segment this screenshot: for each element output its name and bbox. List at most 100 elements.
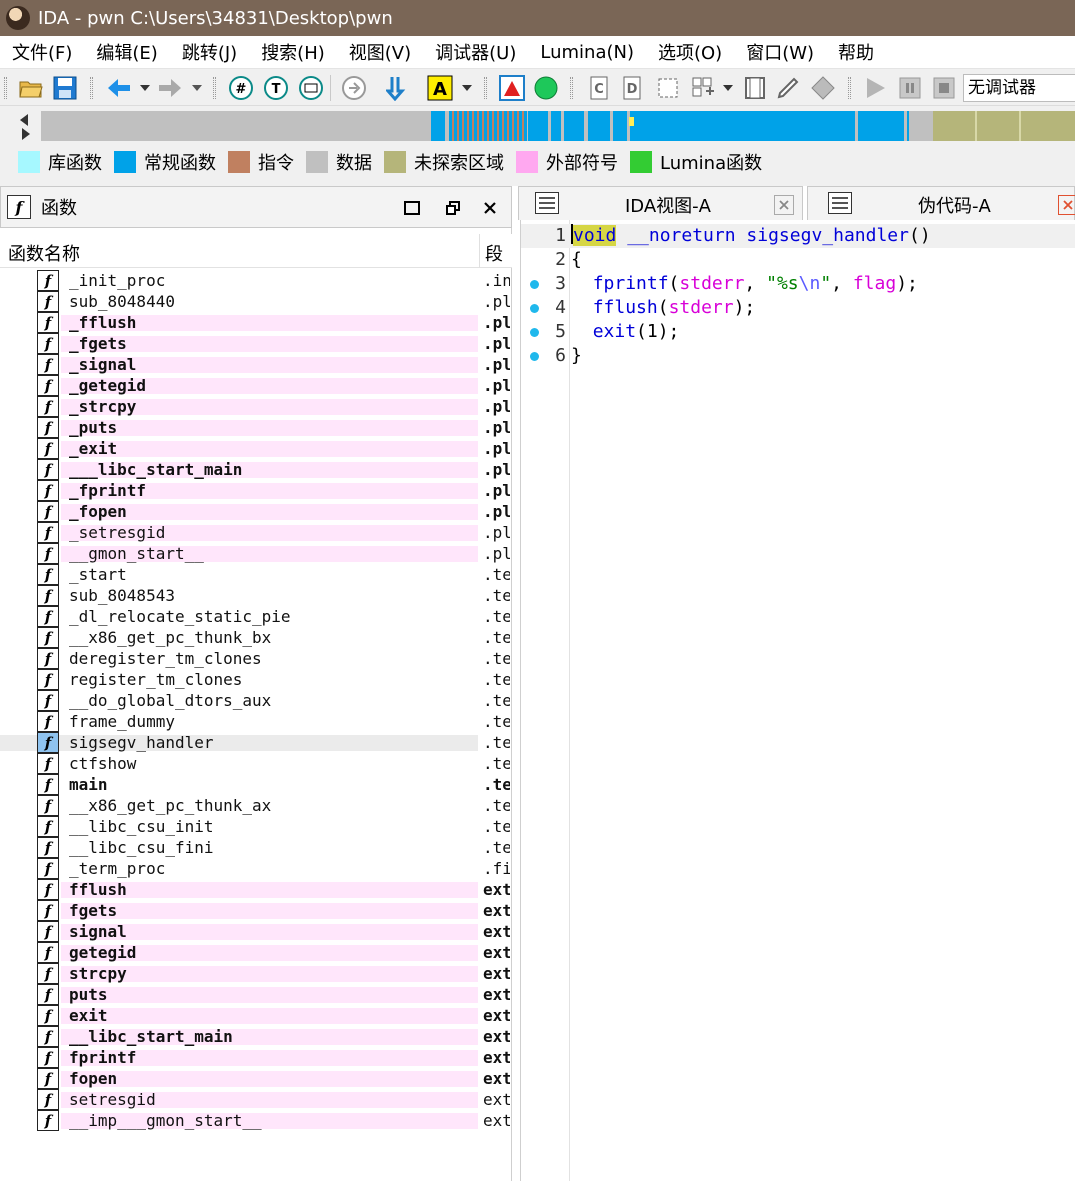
function-row[interactable]: f _signal .plt (0, 354, 510, 375)
function-row[interactable]: f _term_proc .fini (0, 858, 510, 879)
code-line[interactable]: 4 fflush(stderr); (521, 296, 1075, 320)
menu-item[interactable]: 调试器(U) (423, 39, 528, 65)
function-row[interactable]: f sigsegv_handler .text (0, 732, 510, 753)
close-icon[interactable] (479, 197, 501, 219)
array-icon[interactable] (690, 75, 716, 101)
function-row[interactable]: f register_tm_clones .text (0, 669, 510, 690)
struct-icon[interactable] (655, 75, 681, 101)
hex-icon[interactable]: # (228, 75, 254, 101)
text-color-icon[interactable]: A (427, 75, 453, 101)
menu-item[interactable]: 窗口(W) (734, 39, 826, 65)
function-row[interactable]: f _fflush .plt (0, 312, 510, 333)
tab-ida-view[interactable]: IDA视图-A (518, 186, 803, 220)
code-icon[interactable]: C (588, 75, 614, 101)
play-icon[interactable] (862, 75, 888, 101)
function-row[interactable]: f frame_dummy .text (0, 711, 510, 732)
close-icon[interactable] (774, 195, 794, 215)
function-row[interactable]: f _exit .plt (0, 438, 510, 459)
binary-icon[interactable] (298, 75, 324, 101)
patch-icon[interactable] (341, 75, 367, 101)
function-row[interactable]: f __x86_get_pc_thunk_ax .text (0, 795, 510, 816)
chevron-down-icon[interactable] (721, 75, 735, 101)
function-row[interactable]: f _fopen .plt (0, 501, 510, 522)
forward-arrow-icon[interactable] (157, 75, 183, 101)
chevron-down-icon[interactable] (190, 75, 204, 101)
function-row[interactable]: f setresgid extern (0, 1089, 510, 1110)
pseudocode-view[interactable]: 1 void __noreturn sigsegv_handler() 2{3 fp… (520, 220, 1075, 1181)
function-row[interactable]: f ___libc_start_main .plt (0, 459, 510, 480)
function-row[interactable]: fmain .text (0, 774, 510, 795)
pause-icon[interactable] (897, 75, 923, 101)
function-row[interactable]: f _getegid .plt (0, 375, 510, 396)
function-row[interactable]: fstrcpy extern (0, 963, 510, 984)
stop-icon[interactable] (931, 75, 957, 101)
function-row[interactable]: f ctfshow .text (0, 753, 510, 774)
breakpoint-dot-icon[interactable] (530, 304, 539, 313)
function-row[interactable]: f fprintf extern (0, 1047, 510, 1068)
function-row[interactable]: fexit extern (0, 1005, 510, 1026)
function-row[interactable]: f sub_8048543 .text (0, 585, 510, 606)
function-row[interactable]: f sub_8048440 .plt (0, 291, 510, 312)
maximize-icon[interactable] (401, 197, 423, 219)
function-row[interactable]: f getegid extern (0, 942, 510, 963)
close-icon[interactable] (1058, 195, 1075, 215)
graph-view-icon[interactable] (499, 75, 525, 101)
column-function-name[interactable]: 函数名称 (8, 240, 80, 266)
tab-pseudocode[interactable]: 伪代码-A (807, 186, 1075, 220)
code-line[interactable]: 1 void __noreturn sigsegv_handler() (521, 224, 1075, 248)
function-row[interactable]: f __libc_start_main extern (0, 1026, 510, 1047)
toolbar-grip[interactable] (213, 77, 216, 99)
toolbar-grip[interactable] (484, 77, 487, 99)
function-row[interactable]: f _dl_relocate_static_pie .text (0, 606, 510, 627)
function-row[interactable]: f __libc_csu_init .text (0, 816, 510, 837)
code-line[interactable]: 6} (521, 344, 1075, 368)
menu-item[interactable]: 视图(V) (337, 39, 423, 65)
function-row[interactable]: f __do_global_dtors_aux .text (0, 690, 510, 711)
chevron-down-icon[interactable] (460, 75, 474, 101)
function-row[interactable]: f _puts .plt (0, 417, 510, 438)
function-row[interactable]: ffopen extern (0, 1068, 510, 1089)
function-row[interactable]: f _strcpy .plt (0, 396, 510, 417)
function-row[interactable]: fsignal extern (0, 921, 510, 942)
code-line[interactable]: 2{ (521, 248, 1075, 272)
toolbar-grip[interactable] (570, 77, 573, 99)
green-circle-icon[interactable] (533, 75, 559, 101)
function-row[interactable]: f __libc_csu_fini .text (0, 837, 510, 858)
save-icon[interactable] (52, 75, 78, 101)
menu-item[interactable]: 帮助 (826, 39, 886, 65)
function-row[interactable]: ffflush extern (0, 879, 510, 900)
chevron-down-icon[interactable] (138, 75, 152, 101)
code-line[interactable]: 5 exit(1); (521, 320, 1075, 344)
back-arrow-icon[interactable] (106, 75, 132, 101)
function-row[interactable]: f _fprintf .plt (0, 480, 510, 501)
text-icon[interactable]: T (263, 75, 289, 101)
toolbar-grip[interactable] (4, 77, 7, 99)
open-folder-icon[interactable] (18, 75, 44, 101)
undefine-icon[interactable] (742, 75, 768, 101)
function-row[interactable]: ffgets extern (0, 900, 510, 921)
data-icon[interactable]: D (621, 75, 647, 101)
function-row[interactable]: f __gmon_start__ .plt (0, 543, 510, 564)
function-row[interactable]: f _start .text (0, 564, 510, 585)
function-row[interactable]: f _setresgid .plt (0, 522, 510, 543)
toolbar-grip[interactable] (848, 77, 851, 99)
menu-item[interactable]: 文件(F) (0, 39, 84, 65)
menu-item[interactable]: 搜索(H) (249, 39, 337, 65)
debugger-select[interactable]: 无调试器 (963, 74, 1075, 102)
function-row[interactable]: fputs extern (0, 984, 510, 1005)
rename-icon[interactable] (775, 75, 801, 101)
function-row[interactable]: f deregister_tm_clones .text (0, 648, 510, 669)
nav-band-bar[interactable] (41, 111, 1075, 141)
toolbar-grip[interactable] (90, 77, 93, 99)
function-row[interactable]: f __imp___gmon_start__ extern (0, 1110, 510, 1131)
function-row[interactable]: f _fgets .plt (0, 333, 510, 354)
nav-band-arrows[interactable] (18, 112, 32, 142)
menu-item[interactable]: 编辑(E) (84, 39, 169, 65)
step-arrow-icon[interactable] (384, 75, 410, 101)
float-window-icon[interactable] (442, 197, 464, 219)
breakpoint-dot-icon[interactable] (530, 352, 539, 361)
code-line[interactable]: 3 fprintf(stderr, "%s\n", flag); (521, 272, 1075, 296)
column-divider[interactable] (479, 234, 480, 268)
menu-item[interactable]: 跳转(J) (170, 39, 249, 65)
function-row[interactable]: f _init_proc .init (0, 270, 510, 291)
